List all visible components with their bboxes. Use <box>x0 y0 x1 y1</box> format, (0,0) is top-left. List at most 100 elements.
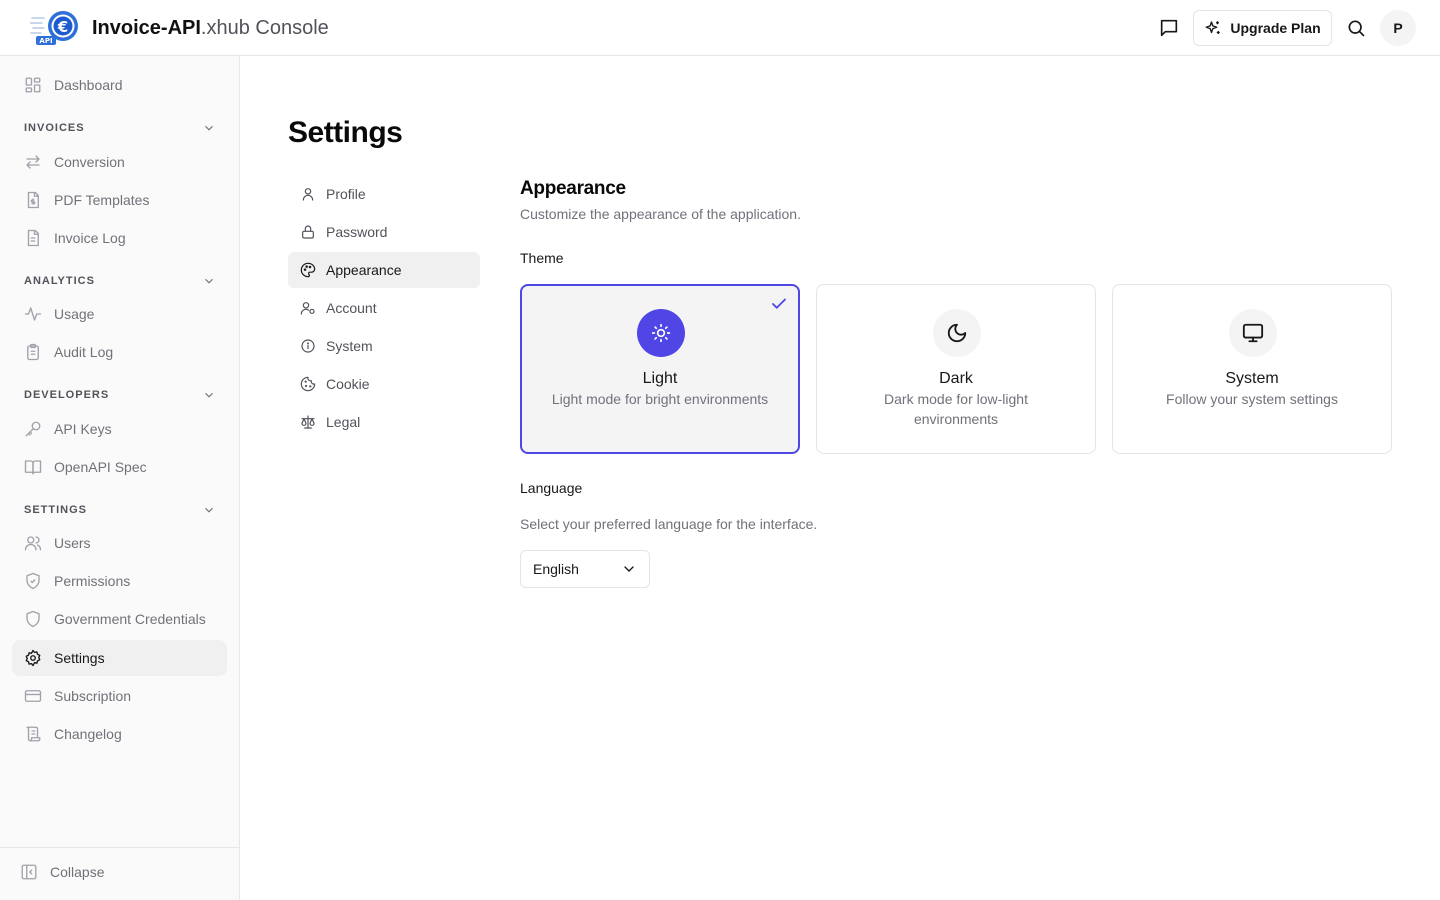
sidebar-item-users[interactable]: Users <box>12 525 227 561</box>
section-label: INVOICES <box>24 122 85 134</box>
settings-tab-label: Appearance <box>326 262 402 278</box>
logo-text: API <box>39 37 52 45</box>
sidebar-item-settings[interactable]: Settings <box>12 640 227 676</box>
settings-tab-label: Account <box>326 300 377 316</box>
settings-tab-system[interactable]: System <box>288 328 480 364</box>
arrow-left-right-icon <box>26 155 40 169</box>
check-icon <box>772 298 786 309</box>
sidebar-item-label: Permissions <box>54 573 131 589</box>
moon-icon <box>947 323 967 343</box>
language-selected-value: English <box>533 561 579 577</box>
sidebar-item-subscription[interactable]: Subscription <box>12 678 227 714</box>
sidebar-item-label: Changelog <box>54 726 122 742</box>
appearance-title: Appearance <box>520 178 626 199</box>
shield-icon <box>26 610 40 628</box>
sun-icon <box>651 323 671 343</box>
sidebar-item-permissions[interactable]: Permissions <box>12 563 227 599</box>
theme-icon-container <box>637 309 685 357</box>
theme-option-system[interactable]: System Follow your system settings <box>1112 284 1392 454</box>
feedback-button[interactable] <box>1154 12 1184 44</box>
sidebar-item-label: Settings <box>54 650 105 666</box>
app-title-suffix: .xhub Console <box>200 17 329 39</box>
settings-tab-profile[interactable]: Profile <box>288 176 480 212</box>
sidebar-item-label: Conversion <box>54 154 125 170</box>
sidebar-item-conversion[interactable]: Conversion <box>12 144 227 180</box>
settings-tab-legal[interactable]: Legal <box>288 404 480 440</box>
cookie-icon <box>300 376 316 392</box>
sidebar-section-developers[interactable]: DEVELOPERS <box>24 387 216 403</box>
theme-label: Theme <box>520 250 564 266</box>
theme-description: Dark mode for low-light environments <box>884 391 1028 427</box>
section-label: ANALYTICS <box>24 275 95 287</box>
theme-icon-container <box>933 309 981 357</box>
palette-icon <box>300 262 316 278</box>
theme-name: Dark <box>939 370 973 387</box>
sidebar-section-invoices[interactable]: INVOICES <box>24 120 216 136</box>
scale-icon <box>301 415 315 429</box>
monitor-icon <box>1242 323 1264 343</box>
settings-tab-label: Legal <box>326 414 361 430</box>
users-icon <box>24 536 42 551</box>
chevron-down-icon <box>624 566 634 572</box>
theme-option-dark[interactable]: Dark Dark mode for low-light environment… <box>816 284 1096 454</box>
chevron-down-icon <box>205 507 213 513</box>
sidebar-item-invoice-log[interactable]: Invoice Log <box>12 220 227 256</box>
svg-text:€: € <box>57 18 68 36</box>
user-cog-icon <box>300 302 315 315</box>
message-square-icon <box>1160 19 1178 37</box>
settings-tab-cookie[interactable]: Cookie <box>288 366 480 402</box>
upgrade-plan-label: Upgrade Plan <box>1230 20 1321 36</box>
theme-option-light[interactable]: Light Light mode for bright environments <box>520 284 800 454</box>
collapse-sidebar-button[interactable]: Collapse <box>20 863 104 881</box>
sidebar-item-usage[interactable]: Usage <box>12 296 227 332</box>
sidebar-item-label: PDF Templates <box>54 192 150 208</box>
chevron-down-icon <box>205 125 213 131</box>
scroll-text-icon <box>26 726 41 742</box>
theme-description: Follow your system settings <box>1166 391 1338 407</box>
chevron-down-icon <box>205 392 213 398</box>
search-button[interactable] <box>1341 12 1371 44</box>
sidebar-item-label: Subscription <box>54 688 132 704</box>
settings-tab-appearance[interactable]: Appearance <box>288 252 480 288</box>
sidebar-footer: Collapse <box>0 847 239 900</box>
theme-description: Light mode for bright environments <box>551 391 769 407</box>
sidebar-item-label: API Keys <box>54 421 112 437</box>
sidebar-item-api-keys[interactable]: API Keys <box>12 411 227 447</box>
search-icon <box>1348 20 1365 37</box>
sidebar-item-openapi-spec[interactable]: OpenAPI Spec <box>12 449 227 485</box>
sidebar-section-settings[interactable]: SETTINGS <box>24 502 216 518</box>
avatar-initial: P <box>1393 20 1403 36</box>
sidebar-item-government-credentials[interactable]: Government Credentials <box>12 601 227 637</box>
chevron-down-icon <box>205 278 213 284</box>
user-avatar[interactable]: P <box>1380 10 1416 46</box>
section-label: SETTINGS <box>24 504 88 516</box>
language-description: Select your preferred language for the i… <box>520 516 818 532</box>
language-select[interactable]: English <box>520 550 650 588</box>
app-title-bold: Invoice-API <box>92 17 201 39</box>
settings-tab-account[interactable]: Account <box>288 290 480 326</box>
page-title: Settings <box>288 116 403 149</box>
sidebar-item-audit-log[interactable]: Audit Log <box>12 334 227 370</box>
credit-card-icon <box>24 690 42 702</box>
top-bar: € API Invoice-API.xhub Console Upgrade P… <box>0 0 1440 56</box>
book-open-icon <box>24 460 42 475</box>
clipboard-list-icon <box>27 343 39 361</box>
app-title: Invoice-API.xhub Console <box>92 15 329 41</box>
brand-logo[interactable]: € API <box>29 10 80 46</box>
theme-name: System <box>1225 370 1279 387</box>
sparkles-icon <box>1205 21 1221 34</box>
sidebar-item-pdf-templates[interactable]: PDF Templates <box>12 182 227 218</box>
sidebar-section-analytics[interactable]: ANALYTICS <box>24 273 216 289</box>
settings-tab-password[interactable]: Password <box>288 214 480 250</box>
gear-icon <box>25 649 41 667</box>
settings-tab-label: Cookie <box>326 376 370 392</box>
section-label: DEVELOPERS <box>24 389 110 401</box>
collapse-label: Collapse <box>50 864 105 880</box>
shield-check-icon <box>26 572 40 590</box>
sidebar-item-dashboard[interactable]: Dashboard <box>12 67 227 103</box>
info-icon <box>301 339 315 353</box>
upgrade-plan-button[interactable]: Upgrade Plan <box>1193 10 1332 46</box>
user-icon <box>302 188 314 201</box>
sidebar-item-changelog[interactable]: Changelog <box>12 716 227 752</box>
sidebar-item-label: Usage <box>54 306 95 322</box>
